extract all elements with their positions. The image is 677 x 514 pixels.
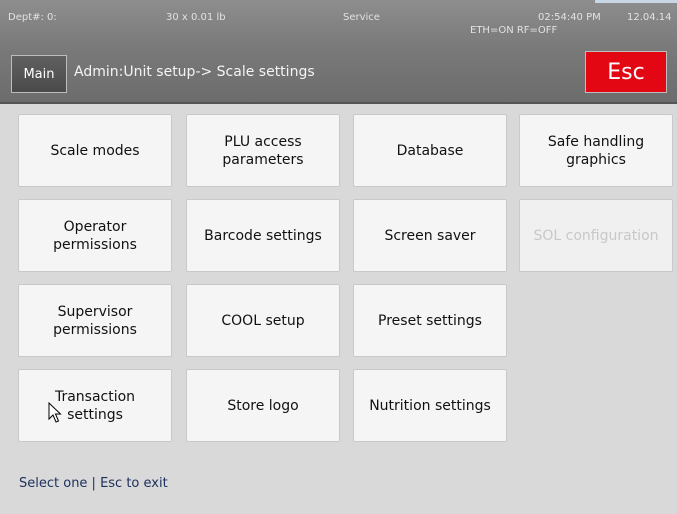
- tile-label: Safe handling graphics: [547, 133, 645, 168]
- preset-settings-button[interactable]: Preset settings: [353, 284, 507, 357]
- tile-label: Database: [396, 142, 464, 159]
- dept-status: Dept#: 0:: [8, 12, 57, 23]
- scale-modes-button[interactable]: Scale modes: [18, 114, 172, 187]
- time-status: 02:54:40 PM: [538, 12, 601, 23]
- mouse-pointer-icon: [48, 402, 62, 423]
- weight-status: 30 x 0.01 lb: [166, 12, 226, 23]
- tile-label: Barcode settings: [204, 227, 322, 244]
- tile-label: Operator permissions: [53, 218, 137, 253]
- mode-status: Service: [343, 12, 380, 23]
- network-status: ETH=ON RF=OFF: [470, 25, 558, 36]
- nutrition-settings-button[interactable]: Nutrition settings: [353, 369, 507, 442]
- barcode-settings-button[interactable]: Barcode settings: [186, 199, 340, 272]
- transaction-settings-button[interactable]: Transaction settings: [18, 369, 172, 442]
- header-bar: Dept#: 0: 30 x 0.01 lb Service 02:54:40 …: [0, 0, 677, 104]
- plu-access-parameters-button[interactable]: PLU access parameters: [186, 114, 340, 187]
- sol-configuration-button: SOL configuration: [519, 199, 673, 272]
- tile-label: Screen saver: [384, 227, 476, 244]
- tile-label: Store logo: [227, 397, 299, 414]
- tile-label: Nutrition settings: [369, 397, 491, 414]
- breadcrumb: Admin:Unit setup-> Scale settings: [74, 64, 315, 80]
- tile-label: Transaction settings: [54, 388, 136, 423]
- tile-label: Preset settings: [378, 312, 482, 329]
- operator-permissions-button[interactable]: Operator permissions: [18, 199, 172, 272]
- window-top-edge: [595, 0, 677, 3]
- screen-saver-button[interactable]: Screen saver: [353, 199, 507, 272]
- tile-label: Scale modes: [50, 142, 140, 159]
- store-logo-button[interactable]: Store logo: [186, 369, 340, 442]
- supervisor-permissions-button[interactable]: Supervisor permissions: [18, 284, 172, 357]
- tile-label: COOL setup: [221, 312, 305, 329]
- safe-handling-graphics-button[interactable]: Safe handling graphics: [519, 114, 673, 187]
- tile-label: SOL configuration: [533, 227, 659, 244]
- tile-label: Supervisor permissions: [53, 303, 137, 338]
- cool-setup-button[interactable]: COOL setup: [186, 284, 340, 357]
- main-button[interactable]: Main: [11, 55, 67, 93]
- footer-hint: Select one | Esc to exit: [19, 476, 168, 491]
- date-status: 12.04.14: [627, 12, 672, 23]
- tile-label: PLU access parameters: [222, 133, 304, 168]
- esc-button[interactable]: Esc: [585, 51, 667, 93]
- database-button[interactable]: Database: [353, 114, 507, 187]
